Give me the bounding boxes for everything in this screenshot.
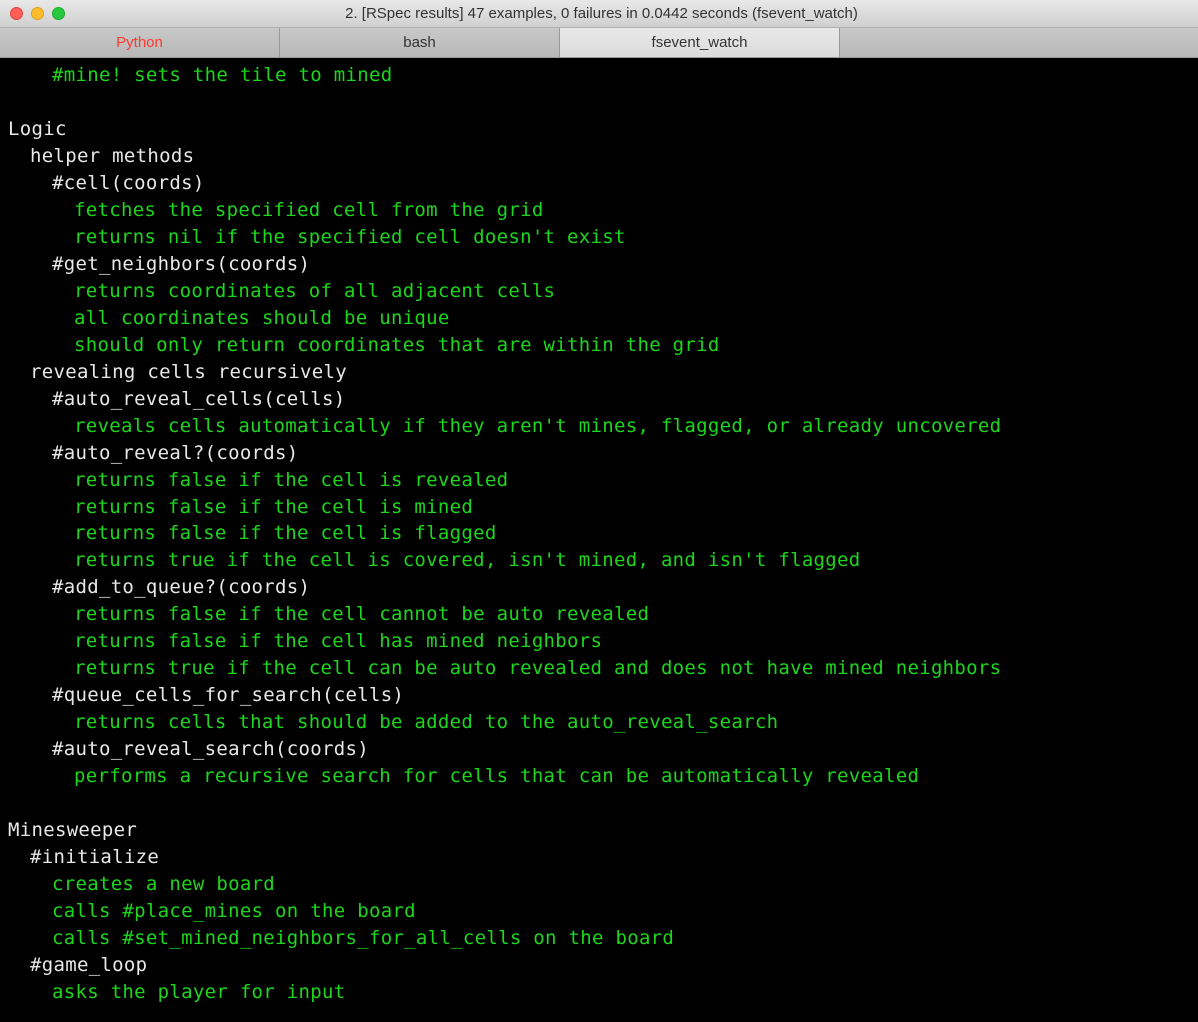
terminal-line: #get_neighbors(coords)	[8, 251, 1190, 278]
terminal-line: #add_to_queue?(coords)	[8, 574, 1190, 601]
terminal-line: #initialize	[8, 844, 1190, 871]
terminal-line: #auto_reveal?(coords)	[8, 440, 1190, 467]
terminal-line: returns nil if the specified cell doesn'…	[8, 224, 1190, 251]
terminal-line: fetches the specified cell from the grid	[8, 197, 1190, 224]
terminal-line: #auto_reveal_search(coords)	[8, 736, 1190, 763]
terminal-line: calls #place_mines on the board	[8, 898, 1190, 925]
terminal-line: revealing cells recursively	[8, 359, 1190, 386]
window-titlebar: 2. [RSpec results] 47 examples, 0 failur…	[0, 0, 1198, 28]
terminal-line: returns false if the cell has mined neig…	[8, 628, 1190, 655]
terminal-line: returns false if the cell cannot be auto…	[8, 601, 1190, 628]
terminal-line: creates a new board	[8, 871, 1190, 898]
terminal-line: returns false if the cell is flagged	[8, 520, 1190, 547]
terminal-line: returns false if the cell is revealed	[8, 467, 1190, 494]
terminal-line	[8, 89, 1190, 116]
terminal-line: calls #set_mined_neighbors_for_all_cells…	[8, 925, 1190, 952]
terminal-line: all coordinates should be unique	[8, 305, 1190, 332]
tab-bash[interactable]: bash	[280, 28, 560, 57]
terminal-line: performs a recursive search for cells th…	[8, 763, 1190, 790]
tab-fsevent-watch[interactable]: fsevent_watch	[560, 28, 840, 57]
terminal-output[interactable]: #mine! sets the tile to mined Logichelpe…	[0, 58, 1198, 1010]
terminal-line: #cell(coords)	[8, 170, 1190, 197]
window-title: 2. [RSpec results] 47 examples, 0 failur…	[15, 5, 1188, 22]
terminal-line: returns cells that should be added to th…	[8, 709, 1190, 736]
terminal-line: returns coordinates of all adjacent cell…	[8, 278, 1190, 305]
terminal-line: returns true if the cell is covered, isn…	[8, 547, 1190, 574]
tab-python[interactable]: Python	[0, 28, 280, 57]
terminal-line: reveals cells automatically if they aren…	[8, 413, 1190, 440]
terminal-line: Minesweeper	[8, 817, 1190, 844]
terminal-line: #auto_reveal_cells(cells)	[8, 386, 1190, 413]
terminal-line	[8, 790, 1190, 817]
terminal-line: #mine! sets the tile to mined	[8, 62, 1190, 89]
terminal-line: Logic	[8, 116, 1190, 143]
tab-bar: Python bash fsevent_watch	[0, 28, 1198, 58]
tab-bar-empty	[840, 28, 1198, 57]
terminal-line: helper methods	[8, 143, 1190, 170]
terminal-line: #queue_cells_for_search(cells)	[8, 682, 1190, 709]
terminal-line: returns true if the cell can be auto rev…	[8, 655, 1190, 682]
terminal-line: asks the player for input	[8, 979, 1190, 1006]
terminal-line: #game_loop	[8, 952, 1190, 979]
terminal-line: should only return coordinates that are …	[8, 332, 1190, 359]
terminal-line: returns false if the cell is mined	[8, 494, 1190, 521]
